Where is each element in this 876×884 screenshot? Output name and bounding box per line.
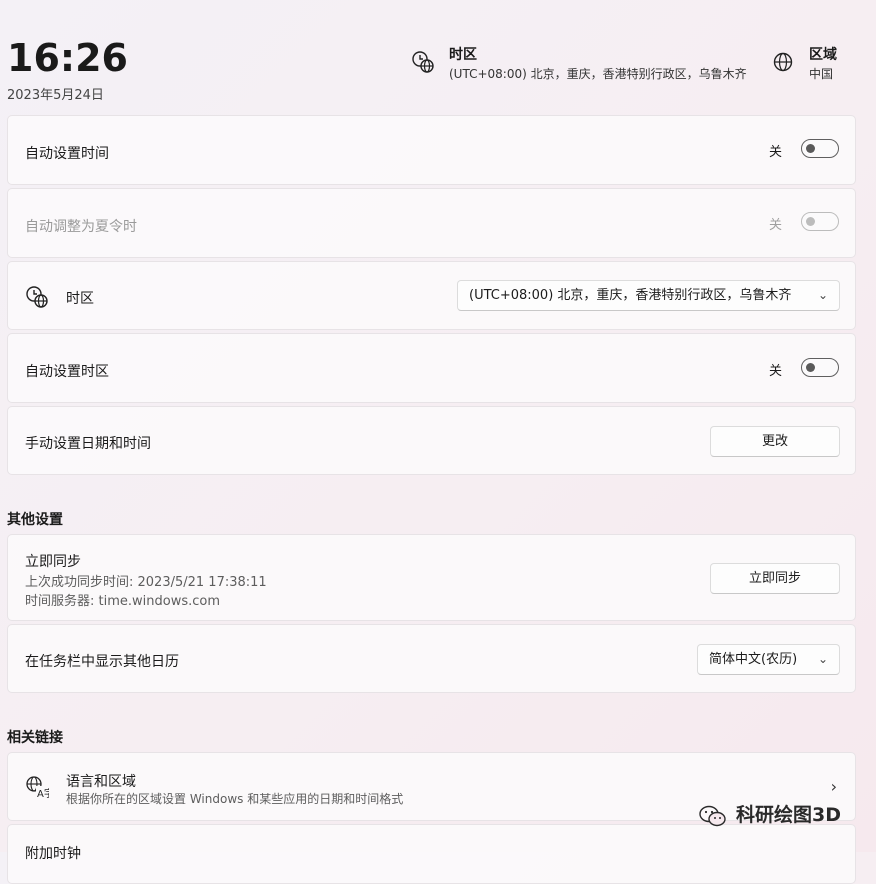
language-region-label: 语言和区域 (66, 774, 136, 790)
header-region: 区域 中国 (771, 44, 871, 84)
change-button[interactable]: 更改 (710, 426, 840, 457)
last-sync-text: 上次成功同步时间: 2023/5/21 17:38:11 (25, 575, 267, 590)
dst-toggle[interactable] (801, 212, 839, 231)
timezone-label: 时区 (66, 291, 94, 307)
current-date: 2023年5月24日 (7, 88, 104, 103)
sync-card: 立即同步 上次成功同步时间: 2023/5/21 17:38:11 时间服务器:… (7, 534, 856, 621)
calendar-dropdown[interactable]: 简体中文(农历) ⌄ (697, 644, 840, 675)
auto-time-label: 自动设置时间 (25, 146, 109, 162)
header-region-title: 区域 (809, 47, 837, 63)
auto-timezone-state: 关 (769, 364, 783, 379)
calendar-label: 在任务栏中显示其他日历 (25, 654, 179, 670)
auto-timezone-toggle[interactable] (801, 358, 839, 377)
timezone-selected: (UTC+08:00) 北京，重庆，香港特别行政区，乌鲁木齐 (469, 288, 792, 303)
related-links-title: 相关链接 (7, 730, 63, 746)
toggle-knob (806, 363, 815, 372)
time-server-text: 时间服务器: time.windows.com (25, 594, 221, 609)
dst-label: 自动调整为夏令时 (25, 219, 137, 235)
auto-time-toggle[interactable] (801, 139, 839, 158)
chevron-down-icon: ⌄ (817, 652, 828, 666)
timezone-card: 时区 (UTC+08:00) 北京，重庆，香港特别行政区，乌鲁木齐 ⌄ (7, 261, 856, 330)
auto-time-card: 自动设置时间 关 (7, 115, 856, 185)
watermark: 科研绘图3D (698, 800, 858, 830)
extra-clock-label: 附加时钟 (25, 846, 81, 862)
calendar-selected: 简体中文(农历) (709, 652, 798, 667)
language-icon: A字 (26, 776, 49, 799)
manual-datetime-label: 手动设置日期和时间 (25, 436, 151, 452)
svg-text:A字: A字 (37, 787, 49, 799)
header-timezone: 时区 (UTC+08:00) 北京，重庆，香港特别行政区，乌鲁木齐 (411, 44, 751, 84)
extra-clock-link[interactable]: 附加时钟 (7, 824, 856, 884)
dst-state: 关 (769, 218, 783, 233)
timezone-dropdown[interactable]: (UTC+08:00) 北京，重庆，香港特别行政区，乌鲁木齐 ⌄ (457, 280, 840, 311)
chevron-down-icon: ⌄ (817, 288, 828, 302)
language-region-desc: 根据你所在的区域设置 Windows 和某些应用的日期和时间格式 (66, 792, 404, 806)
globe-icon (773, 52, 793, 72)
manual-datetime-card: 手动设置日期和时间 更改 (7, 406, 856, 475)
clock-globe-icon (412, 51, 434, 73)
toggle-knob (806, 217, 815, 226)
header-region-value: 中国 (809, 67, 834, 81)
current-time: 16:26 (7, 36, 128, 80)
watermark-text: 科研绘图3D (736, 804, 841, 826)
header-timezone-title: 时区 (449, 47, 477, 63)
auto-timezone-toggle-group: 关 (769, 358, 839, 380)
wechat-icon (699, 805, 726, 827)
toggle-knob (806, 144, 815, 153)
sync-now-button[interactable]: 立即同步 (710, 563, 840, 594)
auto-timezone-card: 自动设置时区 关 (7, 333, 856, 403)
other-settings-title: 其他设置 (7, 512, 63, 528)
sync-label: 立即同步 (25, 554, 81, 570)
chevron-right-icon: › (830, 777, 837, 796)
auto-time-state: 关 (769, 145, 783, 160)
auto-timezone-label: 自动设置时区 (25, 364, 109, 380)
header-timezone-value: (UTC+08:00) 北京，重庆，香港特别行政区，乌鲁木齐 (449, 67, 747, 81)
dst-toggle-group: 关 (769, 212, 839, 234)
auto-time-toggle-group: 关 (769, 139, 839, 161)
clock-globe-icon (26, 286, 48, 308)
dst-card: 自动调整为夏令时 关 (7, 188, 856, 258)
calendar-card: 在任务栏中显示其他日历 简体中文(农历) ⌄ (7, 624, 856, 693)
